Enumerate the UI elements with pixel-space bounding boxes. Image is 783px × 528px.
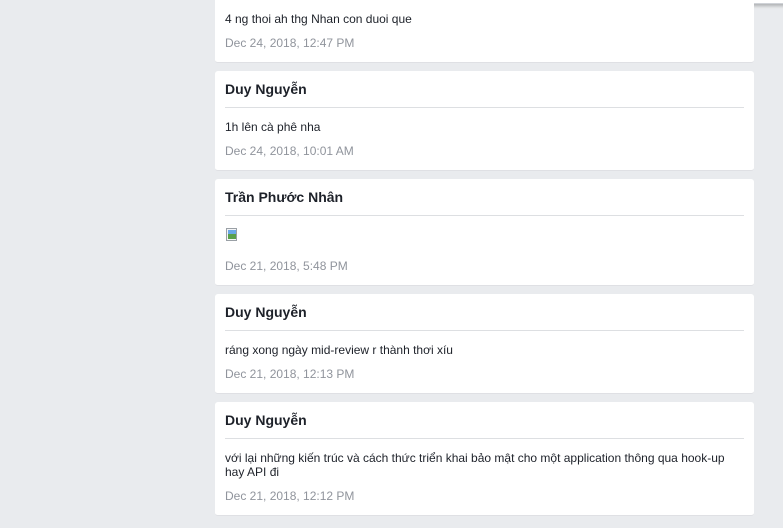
message-text: với lại những kiến trúc và cách thức tri… [225,451,725,479]
message-timestamp: Dec 24, 2018, 10:01 AM [225,144,354,158]
message-author[interactable]: Duy Nguyễn [225,71,744,108]
message-card: Trần Phước Nhân Dec 21, 2018, 5:48 PM [215,179,754,286]
message-timestamp: Dec 21, 2018, 12:12 PM [225,489,355,503]
message-timestamp: Dec 21, 2018, 5:48 PM [225,259,348,273]
message-text: 1h lên cà phê nha [225,120,321,134]
message-feed: 4 ng thoi ah thg Nhan con duoi que Dec 2… [215,0,754,524]
message-author[interactable]: Trần Phước Nhân [225,179,744,216]
broken-image-icon[interactable] [225,228,239,242]
message-attachment [225,216,744,247]
message-card: Duy Nguyễn với lại những kiến trúc và cá… [215,402,754,516]
message-card: Duy Nguyễn 1h lên cà phê nha Dec 24, 201… [215,71,754,171]
message-text: ráng xong ngày mid-review r thành thơi x… [225,343,453,357]
message-author[interactable]: Duy Nguyễn [225,402,744,439]
message-author[interactable]: Duy Nguyễn [225,294,744,331]
message-timestamp: Dec 24, 2018, 12:47 PM [225,36,355,50]
message-timestamp: Dec 21, 2018, 12:13 PM [225,367,355,381]
message-card: 4 ng thoi ah thg Nhan con duoi que Dec 2… [215,0,754,63]
message-card: Duy Nguyễn ráng xong ngày mid-review r t… [215,294,754,394]
message-text: 4 ng thoi ah thg Nhan con duoi que [225,12,412,26]
